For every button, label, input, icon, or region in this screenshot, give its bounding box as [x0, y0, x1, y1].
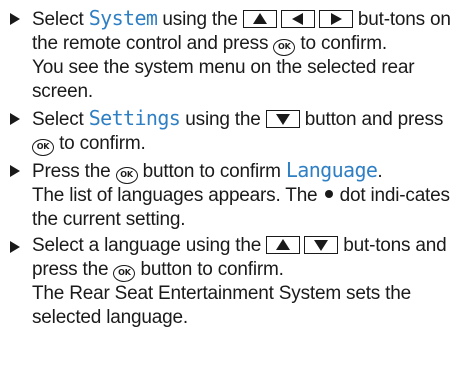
- step-text: Select: [32, 109, 89, 130]
- right-arrow-button-icon: [318, 10, 353, 28]
- menu-item-system: System: [88, 6, 158, 30]
- step-confirm-language: Press the OK button to confirm Language.…: [10, 158, 455, 232]
- up-arrow-button-icon: [266, 236, 301, 254]
- step-text: .: [377, 161, 383, 182]
- step-text: Select: [32, 9, 89, 30]
- bullet-icon: [10, 13, 20, 25]
- down-arrow-button-icon: [265, 110, 300, 128]
- step-text: Select a language using the: [32, 235, 267, 256]
- ok-button-icon: OK: [115, 167, 138, 184]
- menu-item-settings: Settings: [88, 106, 181, 130]
- ok-button-icon: OK: [32, 139, 54, 156]
- left-arrow-button-icon: [280, 10, 315, 28]
- step-text: using the: [180, 109, 266, 130]
- step-result: The Rear Seat Entertainment System sets …: [32, 283, 411, 328]
- up-arrow-button-icon: [242, 10, 277, 28]
- step-result: The list of languages appears. The dot i…: [32, 184, 455, 232]
- step-select-settings: Select Settings using the button and pre…: [10, 106, 455, 156]
- step-result: You see the system menu on the selected …: [32, 57, 415, 102]
- down-arrow-button-icon: [304, 236, 339, 254]
- step-text: button and press: [299, 109, 444, 130]
- step-select-language: Select a language using the but-tons and…: [10, 234, 455, 330]
- bullet-icon: [10, 113, 20, 125]
- dot-icon: [324, 190, 333, 198]
- step-text: button to confirm: [137, 161, 286, 182]
- ok-button-icon: OK: [273, 39, 296, 56]
- step-text: using the: [157, 9, 243, 30]
- ok-button-icon: OK: [113, 265, 136, 282]
- step-text: to confirm.: [54, 133, 146, 154]
- step-result-text: The list of languages appears. The: [32, 185, 323, 206]
- step-text: Press the: [32, 161, 116, 182]
- menu-item-language: Language: [285, 158, 378, 182]
- step-text: to confirm.: [295, 33, 387, 54]
- bullet-icon: [10, 165, 20, 177]
- instruction-page: Select System using the but-tons on the …: [0, 0, 467, 379]
- bullet-icon: [10, 241, 20, 253]
- step-select-system: Select System using the but-tons on the …: [10, 6, 455, 104]
- step-text: button to confirm.: [135, 259, 284, 280]
